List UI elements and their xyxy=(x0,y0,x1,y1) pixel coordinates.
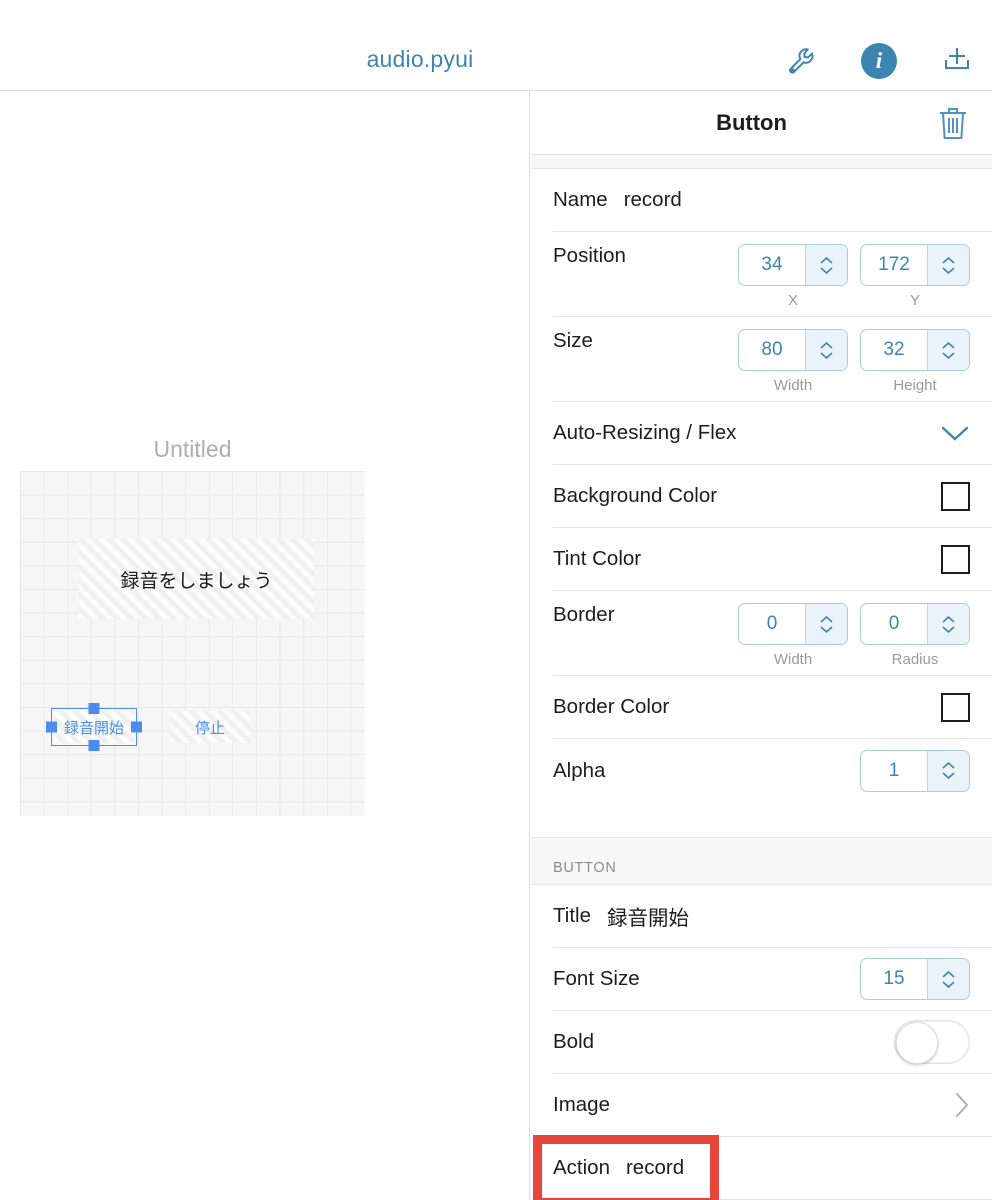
top-toolbar: audio.pyui i xyxy=(0,0,992,91)
bold-toggle-wrap xyxy=(894,1020,970,1064)
size-width-arrows[interactable] xyxy=(805,330,847,370)
row-bold: Bold xyxy=(553,1011,992,1074)
position-x-arrows[interactable] xyxy=(805,245,847,285)
row-alpha: Alpha 1 xyxy=(553,739,992,802)
wrench-icon[interactable] xyxy=(782,42,820,80)
font-size-stepper[interactable]: 15 xyxy=(860,958,970,1000)
inspector-section-strip xyxy=(531,155,992,169)
row-image[interactable]: Image xyxy=(553,1074,992,1137)
position-x-sublabel: X xyxy=(787,292,798,309)
inspector-title: Button xyxy=(716,109,787,135)
row-tint-color-label: Tint Color xyxy=(553,547,642,570)
border-color-swatch[interactable] xyxy=(941,692,970,722)
row-name[interactable]: Name record xyxy=(553,169,992,232)
ui-canvas[interactable]: 録音をしましょう 録音開始 停止 xyxy=(20,471,365,816)
border-radius-stepper[interactable]: 0 xyxy=(860,603,970,645)
row-tint-color[interactable]: Tint Color xyxy=(553,528,992,591)
row-alpha-label: Alpha xyxy=(553,758,606,782)
row-title-label: Title xyxy=(553,904,591,927)
canvas-area: Untitled 録音をしましょう 録音開始 停止 xyxy=(0,91,530,1200)
row-action-value[interactable]: record xyxy=(626,1156,684,1180)
canvas-stop-button[interactable]: 停止 xyxy=(170,711,250,743)
row-border-color[interactable]: Border Color xyxy=(553,676,992,739)
alpha-arrows[interactable] xyxy=(927,750,969,791)
size-height-value[interactable]: 32 xyxy=(861,330,927,370)
section-header-button: BUTTON xyxy=(531,837,992,885)
position-x-stepper[interactable]: 34 xyxy=(738,244,848,286)
row-auto-resizing-label: Auto-Resizing / Flex xyxy=(553,421,737,444)
font-size-value[interactable]: 15 xyxy=(861,959,927,999)
font-size-stepper-wrap: 15 xyxy=(860,958,970,1000)
size-height-stepper[interactable]: 32 xyxy=(860,329,970,371)
row-border: Border 0 Width 0 Radius xyxy=(553,591,992,676)
border-width-sublabel: Width xyxy=(773,651,813,668)
position-y-arrows[interactable] xyxy=(927,245,969,285)
row-size-label: Size xyxy=(553,329,593,352)
position-steppers: 34 X 172 Y xyxy=(738,244,970,309)
toolbar-icon-group: i xyxy=(782,42,976,80)
chevron-down-icon[interactable] xyxy=(940,424,970,442)
inspector-gap xyxy=(531,802,992,837)
position-y-stepper[interactable]: 172 xyxy=(860,244,970,286)
border-width-value[interactable]: 0 xyxy=(739,604,805,644)
row-name-value[interactable]: record xyxy=(624,188,682,212)
position-y-sublabel: Y xyxy=(909,292,920,309)
canvas-record-button[interactable]: 録音開始 xyxy=(54,711,134,743)
size-width-value[interactable]: 80 xyxy=(739,330,805,370)
border-width-stepper[interactable]: 0 xyxy=(738,603,848,645)
view-title: Untitled xyxy=(153,436,232,462)
inspector-header: Button xyxy=(531,91,992,155)
bold-toggle-knob xyxy=(896,1022,938,1064)
size-height-arrows[interactable] xyxy=(927,330,969,370)
border-radius-arrows[interactable] xyxy=(927,604,969,644)
border-width-arrows[interactable] xyxy=(805,604,847,644)
info-icon[interactable]: i xyxy=(860,42,898,80)
background-color-swatch[interactable] xyxy=(941,481,970,511)
row-action-label: Action xyxy=(553,1156,610,1179)
row-position-label: Position xyxy=(553,244,626,267)
border-radius-sublabel: Radius xyxy=(891,651,939,668)
bold-toggle[interactable] xyxy=(894,1020,970,1064)
canvas-label-widget[interactable]: 録音をしましょう xyxy=(79,539,314,619)
row-size: Size 80 Width 32 Height xyxy=(553,317,992,402)
alpha-value[interactable]: 1 xyxy=(861,751,927,791)
app-root: ) audio.pyui i Untitled xyxy=(0,0,992,1200)
row-border-color-label: Border Color xyxy=(553,695,670,718)
row-background-color-label: Background Color xyxy=(553,484,718,507)
border-radius-value[interactable]: 0 xyxy=(861,604,927,644)
row-auto-resizing[interactable]: Auto-Resizing / Flex xyxy=(553,402,992,465)
document-title[interactable]: audio.pyui xyxy=(0,46,840,73)
row-border-label: Border xyxy=(553,603,615,626)
row-name-label: Name xyxy=(553,188,608,211)
info-glyph: i xyxy=(861,43,897,79)
row-image-label: Image xyxy=(553,1093,610,1116)
row-position: Position 34 X 172 Y xyxy=(553,232,992,317)
row-font-size-label: Font Size xyxy=(553,967,640,990)
font-size-arrows[interactable] xyxy=(927,959,969,999)
size-width-sublabel: Width xyxy=(773,377,813,394)
tint-color-swatch[interactable] xyxy=(941,544,970,574)
position-x-value[interactable]: 34 xyxy=(739,245,805,285)
size-steppers: 80 Width 32 Height xyxy=(738,329,970,394)
row-title[interactable]: Title 録音開始 xyxy=(553,885,992,948)
chevron-right-icon[interactable] xyxy=(954,1091,970,1119)
add-to-tray-icon[interactable] xyxy=(938,42,976,80)
row-bold-label: Bold xyxy=(553,1030,595,1053)
delete-icon[interactable] xyxy=(936,105,970,146)
position-y-value[interactable]: 172 xyxy=(861,245,927,285)
row-action[interactable]: Action record xyxy=(553,1137,992,1200)
border-steppers: 0 Width 0 Radius xyxy=(738,603,970,668)
row-title-value[interactable]: 録音開始 xyxy=(607,901,689,931)
size-height-sublabel: Height xyxy=(893,377,937,394)
size-width-stepper[interactable]: 80 xyxy=(738,329,848,371)
inspector-panel: Button Name record Position 34 X 172 Y S… xyxy=(531,91,992,1200)
alpha-stepper-wrap: 1 xyxy=(860,749,970,792)
row-font-size: Font Size 15 xyxy=(553,948,992,1011)
alpha-stepper[interactable]: 1 xyxy=(860,749,970,792)
row-background-color[interactable]: Background Color xyxy=(553,465,992,528)
